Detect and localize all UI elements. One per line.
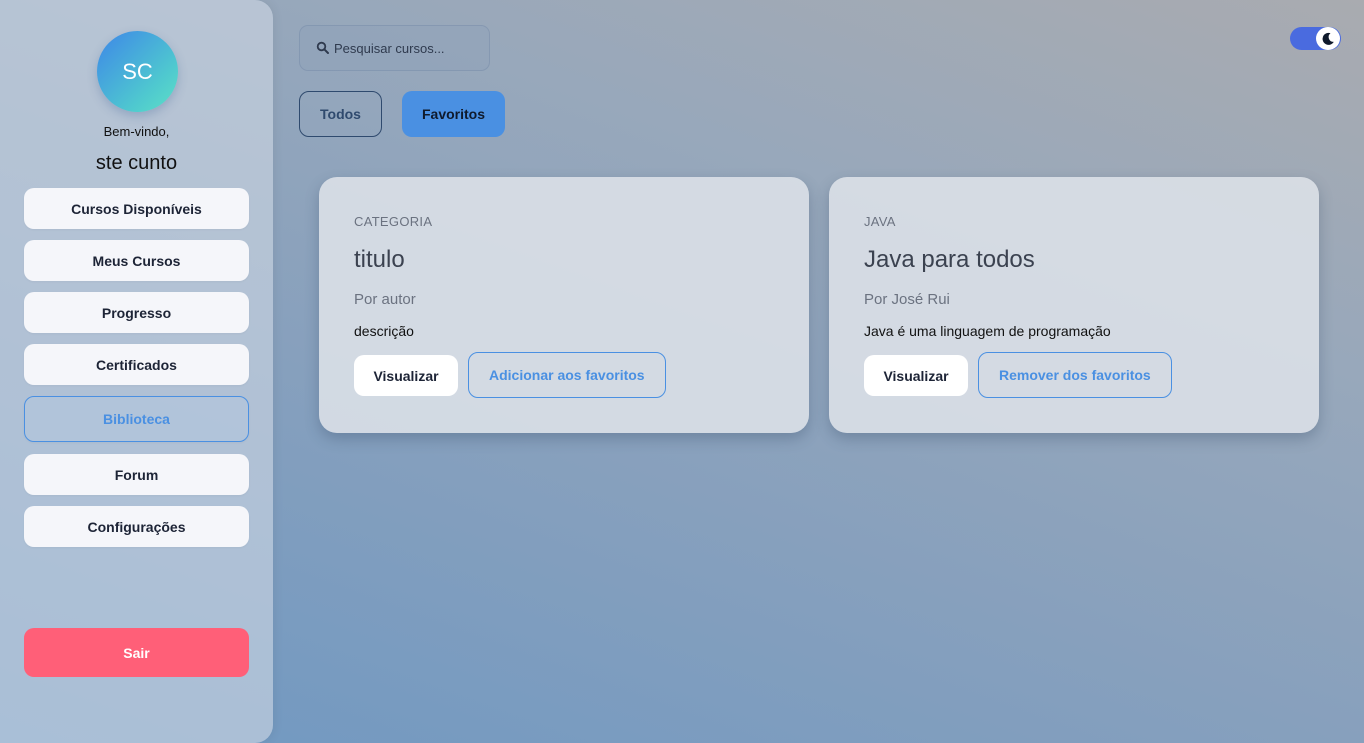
course-description: descrição [354,323,414,339]
course-category: JAVA [864,214,896,229]
view-button[interactable]: Visualizar [354,355,458,396]
sidebar-item-progresso[interactable]: Progresso [24,292,249,333]
view-button[interactable]: Visualizar [864,355,968,396]
sidebar-item-label: Progresso [101,304,172,321]
sidebar-item-meus-cursos[interactable]: Meus Cursos [24,240,249,281]
tab-label: Todos [320,106,361,122]
logout-button[interactable]: Sair [24,628,249,677]
sidebar-item-label: Cursos Disponíveis [71,200,202,217]
avatar: SC [97,31,178,112]
add-favorite-button[interactable]: Adicionar aos favoritos [468,352,666,398]
sidebar-item-configuracoes[interactable]: Configurações [24,506,249,547]
search-box[interactable] [299,25,490,71]
sidebar-item-label: Certificados [96,356,177,373]
sidebar-item-label: Meus Cursos [92,252,181,269]
course-author: Por José Rui [864,291,950,308]
course-author: Por autor [354,291,416,308]
favorite-button-label: Adicionar aos favoritos [489,367,645,383]
course-title: titulo [354,246,405,273]
course-title: Java para todos [864,246,1035,273]
tab-todos[interactable]: Todos [299,91,382,137]
sidebar-item-biblioteca[interactable]: Biblioteca [24,396,249,442]
view-button-label: Visualizar [373,367,439,384]
sidebar-item-label: Forum [114,466,159,483]
tab-favoritos[interactable]: Favoritos [402,91,505,137]
search-icon [316,41,329,54]
toggle-knob [1316,27,1340,50]
avatar-initials: SC [122,58,153,84]
remove-favorite-button[interactable]: Remover dos favoritos [978,352,1172,398]
view-button-label: Visualizar [883,367,949,384]
sidebar-item-forum[interactable]: Forum [24,454,249,495]
welcome-text: Bem-vindo, [103,124,170,139]
logout-label: Sair [123,644,150,661]
sidebar-item-label: Biblioteca [103,411,170,427]
course-card: CATEGORIA titulo Por autor descrição Vis… [319,177,809,433]
sidebar-item-cursos-disponiveis[interactable]: Cursos Disponíveis [24,188,249,229]
sidebar-item-certificados[interactable]: Certificados [24,344,249,385]
theme-toggle[interactable] [1290,27,1341,50]
favorite-button-label: Remover dos favoritos [999,367,1151,383]
tab-label: Favoritos [421,106,485,122]
course-description: Java é uma linguagem de programação [864,323,1111,339]
search-input[interactable] [334,40,474,56]
sidebar: SC Bem-vindo, ste cunto Cursos Disponíve… [0,0,273,743]
moon-icon [1322,32,1334,45]
username: ste cunto [95,152,178,174]
sidebar-item-label: Configurações [87,518,186,535]
course-card: JAVA Java para todos Por José Rui Java é… [829,177,1319,433]
course-category: CATEGORIA [354,214,433,229]
